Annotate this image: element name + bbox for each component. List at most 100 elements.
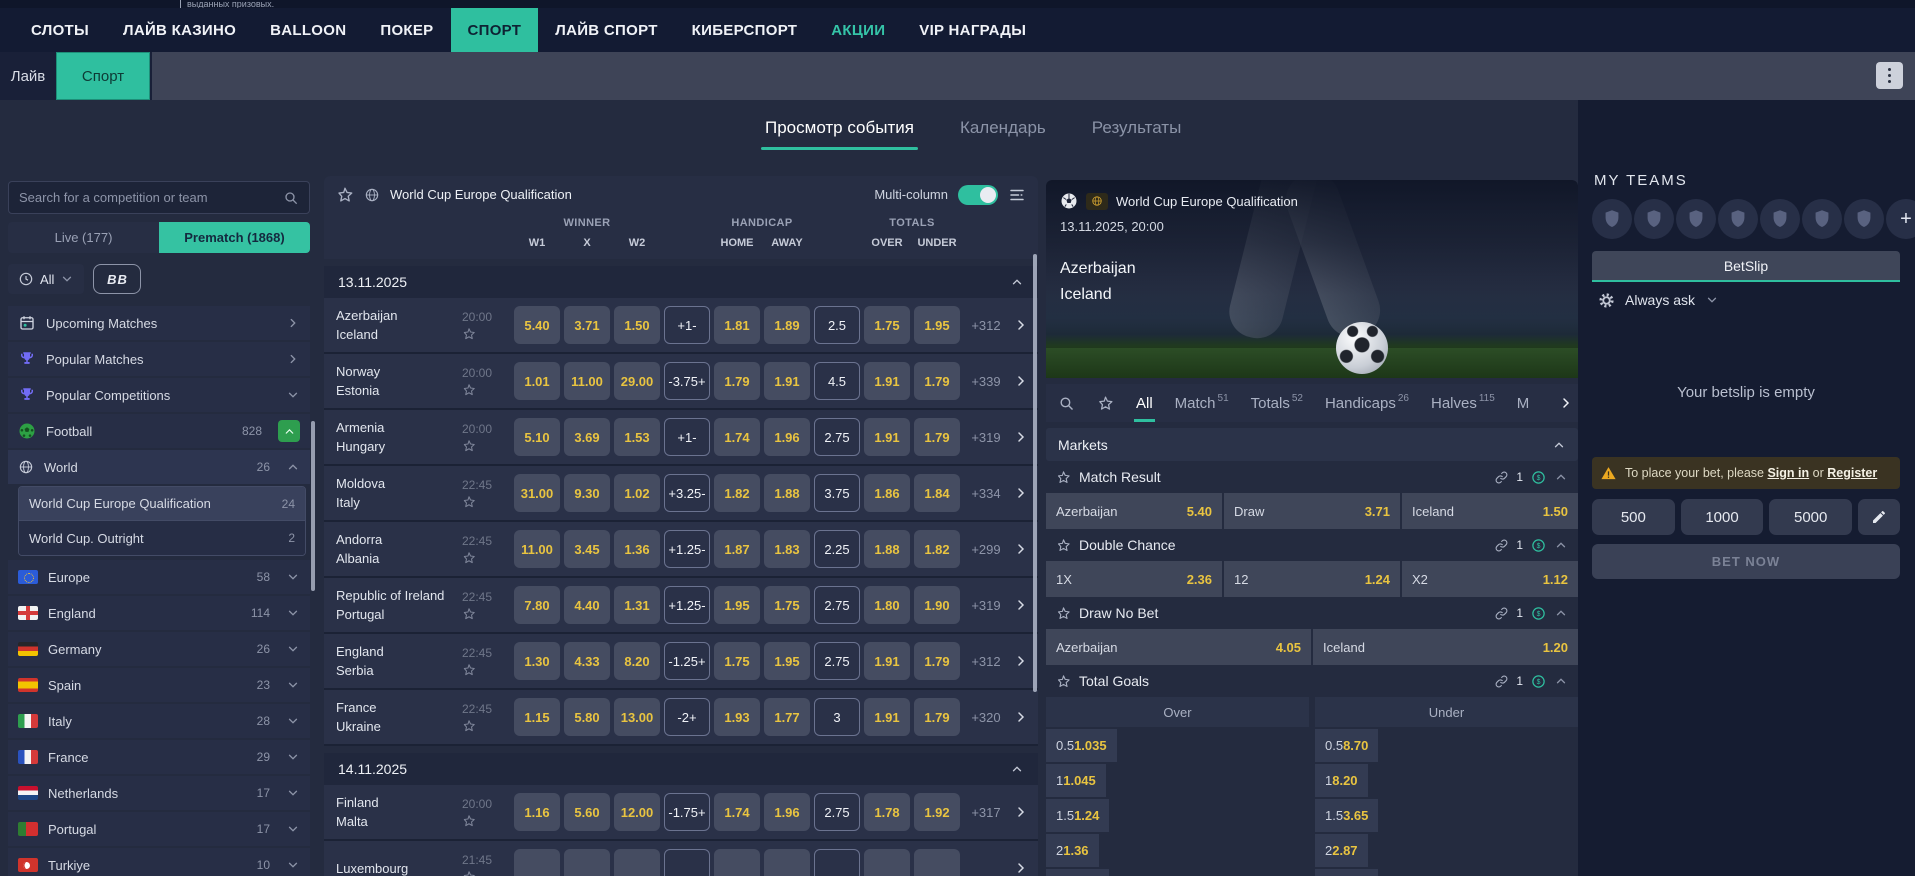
competition-item[interactable]: World Cup. Outright 2 <box>19 521 305 555</box>
handicap-line-button[interactable]: +1.25- <box>664 530 710 568</box>
handicap-home-button[interactable]: 1.93 <box>714 698 760 736</box>
total-line-button[interactable]: 2.5 <box>814 306 860 344</box>
column-layout-icon[interactable] <box>1008 186 1026 204</box>
market-header[interactable]: Double Chance 1 <box>1046 529 1578 561</box>
total-under-button[interactable]: 1.84 <box>914 474 960 512</box>
chevron-right-icon[interactable] <box>1012 429 1030 445</box>
main-nav-item[interactable]: ЛАЙВ СПОРТ <box>538 8 674 52</box>
favorite-star-icon[interactable] <box>462 383 476 397</box>
odds-x-button[interactable]: 3.71 <box>564 306 610 344</box>
handicap-away-button[interactable]: 1.88 <box>764 474 810 512</box>
markets-accordion-header[interactable]: Markets <box>1046 428 1578 461</box>
sidebar-scrollbar[interactable] <box>311 421 315 591</box>
search-input[interactable] <box>19 190 283 205</box>
total-line-button[interactable]: 3 <box>814 698 860 736</box>
total-under-button[interactable]: 1.79 <box>914 698 960 736</box>
stake-preset-button[interactable]: 1000 <box>1681 499 1764 535</box>
team-names[interactable]: Moldova Italy <box>336 474 462 512</box>
competition-item[interactable]: World Cup Europe Qualification 24 <box>19 487 305 521</box>
view-tab[interactable]: Просмотр события <box>765 100 914 156</box>
total-over-button[interactable]: 1.86 <box>864 474 910 512</box>
handicap-line-button[interactable]: -3.75+ <box>664 362 710 400</box>
chevron-right-icon[interactable] <box>1012 653 1030 669</box>
market-odds-button[interactable]: 12 1.24 <box>1224 561 1400 597</box>
handicap-home-button[interactable]: 1.79 <box>714 362 760 400</box>
favorite-market-star-icon[interactable] <box>1056 470 1071 485</box>
team-slot[interactable] <box>1844 199 1884 239</box>
team-slot[interactable] <box>1676 199 1716 239</box>
total-over-odds-button[interactable]: 1 1.045 <box>1046 764 1106 797</box>
main-nav-item[interactable]: BALLOON <box>253 8 363 52</box>
handicap-home-button[interactable]: 1.74 <box>714 793 760 831</box>
total-under-button[interactable]: 1.92 <box>914 793 960 831</box>
event-row[interactable]: France Ukraine 22:45 1.15 <box>324 690 1038 746</box>
time-filter-dropdown[interactable]: All <box>8 264 84 294</box>
handicap-line-button[interactable]: -1.25+ <box>664 642 710 680</box>
team-slot[interactable] <box>1592 199 1632 239</box>
more-markets-count[interactable]: +299 <box>964 542 1008 557</box>
favorite-star-icon[interactable] <box>462 327 476 341</box>
favorite-market-star-icon[interactable] <box>1056 606 1071 621</box>
total-under-odds-button[interactable]: 1 8.20 <box>1315 764 1368 797</box>
odds-w1-button[interactable] <box>514 849 560 876</box>
odds-w2-button[interactable]: 1.02 <box>614 474 660 512</box>
total-under-odds-button[interactable]: 1.5 3.65 <box>1315 799 1378 832</box>
odds-w2-button[interactable]: 1.31 <box>614 586 660 624</box>
total-over-button[interactable]: 1.91 <box>864 642 910 680</box>
handicap-line-button[interactable]: +1- <box>664 306 710 344</box>
market-odds-button[interactable]: Azerbaijan 4.05 <box>1046 629 1311 665</box>
total-under-button[interactable]: 1.79 <box>914 362 960 400</box>
sub-tab-live[interactable]: Лайв <box>0 52 56 100</box>
event-row[interactable]: Republic of Ireland Portugal 22:45 <box>324 578 1038 634</box>
total-over-odds-button[interactable]: 2 1.36 <box>1046 834 1099 867</box>
bet-builder-button[interactable]: BB <box>93 264 141 294</box>
chevron-right-icon[interactable] <box>1012 485 1030 501</box>
total-over-button[interactable]: 1.91 <box>864 418 910 456</box>
team-slot[interactable] <box>1634 199 1674 239</box>
market-odds-button[interactable]: 1X 2.36 <box>1046 561 1222 597</box>
favorite-star-icon[interactable] <box>462 495 476 509</box>
view-tab[interactable]: Результаты <box>1092 100 1182 156</box>
total-under-button[interactable] <box>914 849 960 876</box>
main-nav-item[interactable]: ЛАЙВ КАЗИНО <box>106 8 253 52</box>
odds-x-button[interactable]: 3.45 <box>564 530 610 568</box>
sidebar-country-item[interactable]: Italy 28 <box>8 704 310 738</box>
more-markets-count[interactable]: +312 <box>964 654 1008 669</box>
total-over-button[interactable]: 1.80 <box>864 586 910 624</box>
more-markets-count[interactable]: +319 <box>964 598 1008 613</box>
team-names[interactable]: Norway Estonia <box>336 362 462 400</box>
market-tab[interactable]: Handicaps26 <box>1325 384 1409 422</box>
chevron-right-icon[interactable] <box>1012 804 1030 820</box>
odds-x-button[interactable]: 4.33 <box>564 642 610 680</box>
team-slot[interactable] <box>1760 199 1800 239</box>
register-link[interactable]: Register <box>1827 466 1877 480</box>
total-under-button[interactable]: 1.90 <box>914 586 960 624</box>
market-tab[interactable]: All <box>1136 384 1153 422</box>
handicap-line-button[interactable]: +1.25- <box>664 586 710 624</box>
odds-w1-button[interactable]: 1.16 <box>514 793 560 831</box>
total-under-odds-button[interactable]: 2.5 1.95 <box>1315 869 1378 876</box>
handicap-away-button[interactable]: 1.96 <box>764 418 810 456</box>
sidebar-item-football[interactable]: Football 828 <box>8 414 310 448</box>
odds-w2-button[interactable]: 12.00 <box>614 793 660 831</box>
odds-x-button[interactable]: 5.60 <box>564 793 610 831</box>
market-tab[interactable]: Match51 <box>1175 384 1229 422</box>
total-line-button[interactable]: 2.75 <box>814 418 860 456</box>
chevron-right-icon[interactable] <box>1012 541 1030 557</box>
main-nav-item[interactable]: СПОРТ <box>451 8 539 52</box>
odds-w1-button[interactable]: 31.00 <box>514 474 560 512</box>
event-row[interactable]: Finland Malta 20:00 1.16 <box>324 785 1038 841</box>
handicap-line-button[interactable]: +1- <box>664 418 710 456</box>
favorite-star-icon[interactable] <box>462 870 476 876</box>
sub-tab-sport[interactable]: Спорт <box>56 52 150 100</box>
sidebar-country-item[interactable]: Portugal 17 <box>8 812 310 846</box>
handicap-away-button[interactable] <box>764 849 810 876</box>
bet-now-button[interactable]: BET NOW <box>1592 544 1900 579</box>
market-odds-button[interactable]: Azerbaijan 5.40 <box>1046 493 1222 529</box>
odds-w2-button[interactable] <box>614 849 660 876</box>
total-line-button[interactable]: 2.75 <box>814 793 860 831</box>
total-over-button[interactable]: 1.75 <box>864 306 910 344</box>
odds-w1-button[interactable]: 1.01 <box>514 362 560 400</box>
handicap-home-button[interactable]: 1.95 <box>714 586 760 624</box>
more-markets-count[interactable]: +339 <box>964 374 1008 389</box>
